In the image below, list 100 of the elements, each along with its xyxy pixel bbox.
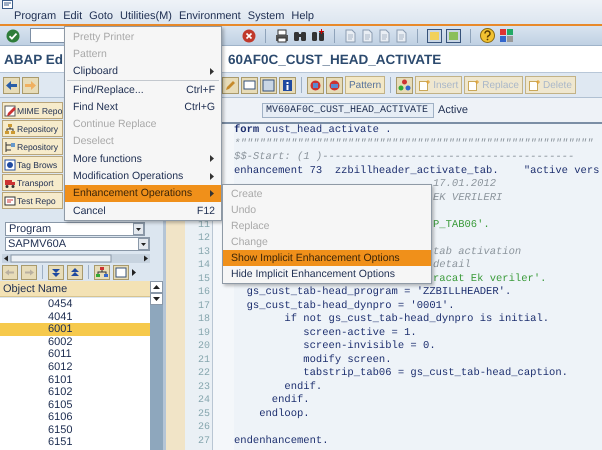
line-number: 12 [196,232,210,246]
code-line: form cust_head_activate . [234,124,392,138]
window-menu-icon[interactable] [2,0,13,9]
menu-item[interactable]: Clipboard [65,62,221,80]
object-list-item[interactable]: 6105 [0,398,150,412]
navigation-button[interactable]: Tag Brows [2,156,63,173]
document-icon [419,80,430,90]
line-number: 21 [196,354,210,367]
code-line: tabstrip_tab06 = gs_cust_tab-head_caption. [302,367,568,380]
binoculars-plus-icon[interactable] [311,28,325,42]
object-icon[interactable] [326,76,343,94]
window-title: 60AF0C_CUST_HEAD_ACTIVATE [227,52,442,66]
cancel-icon[interactable] [242,28,256,42]
menu-item[interactable]: Modification Operations [65,167,221,185]
column-header[interactable]: Object Name [0,281,150,297]
menu-item[interactable]: Find/Replace... Ctrl+F [65,80,221,98]
object-list-item[interactable]: 6002 [0,336,150,348]
menu-item[interactable]: Utilities(M) [120,10,172,23]
line-number: 20 [196,340,210,354]
menu-item[interactable]: Program [14,10,56,23]
code-line: EK VERILERI [433,192,502,205]
menu-item[interactable]: Goto [89,10,114,23]
line-number: 15 [196,272,210,286]
window-icon[interactable] [446,28,461,42]
navigation-button[interactable]: Repository [2,120,63,137]
code-line: gs_cust_tab-head_program = 'ZZBILLHEADER'. [246,286,512,300]
object-list-item[interactable]: 6001 [0,323,150,336]
menu-item[interactable]: More functions [65,150,221,168]
window-icon[interactable] [113,264,129,280]
submenu-arrow-icon [210,172,215,180]
status-text: Active [438,104,468,116]
code-line: endloop. [258,408,310,421]
navigation-button[interactable]: Test Repo [2,192,63,209]
window-icon[interactable] [427,28,442,42]
object-list-item[interactable]: 6101 [0,374,150,386]
object-list-item[interactable]: 4041 [0,310,150,324]
object-list-item[interactable]: 6151 [0,436,150,450]
menu-item[interactable]: Show Implicit Enhancement Options [223,250,431,266]
object-list-item[interactable]: 0454 [0,298,150,311]
object-list-item[interactable]: 6012 [0,360,150,374]
object-list-item[interactable]: 6102 [0,386,150,399]
pencil-icon [4,104,16,116]
edit-icon[interactable] [222,76,239,94]
document-icon [528,80,540,90]
code-line: P_TAB06'. [433,218,490,232]
help-icon[interactable] [480,28,495,43]
line-number: 22 [196,367,210,380]
navigation-button[interactable]: MIME Repo [2,102,63,119]
check-icon[interactable] [6,28,20,42]
submenu-arrow-icon [210,190,215,197]
display-icon[interactable] [241,76,258,94]
code-line: modify screen. [302,354,392,367]
navigation-button[interactable]: Repository [2,138,63,155]
printer-icon[interactable] [275,28,289,42]
tree-icon [4,140,16,152]
layout-icon[interactable] [499,28,514,43]
menu-item[interactable]: Enhancement Operations [65,184,221,202]
menu-item[interactable]: Hide Implicit Enhancement Options [223,266,431,282]
submenu-arrow-icon [210,155,215,162]
collapse-icon[interactable] [67,264,83,280]
info-icon[interactable] [279,76,296,94]
menu-item[interactable]: Help [291,10,314,23]
menu-item[interactable]: Find Next Ctrl+G [65,98,221,116]
object-type-dropdown[interactable]: Program [5,222,145,236]
structure-icon[interactable] [396,76,414,94]
code-line: enhancement 73 zzbillheader_activate_tab. "active vers [234,164,600,178]
code-line: endenhancement. [234,434,329,448]
code-line: screen-invisible = 0. [302,340,436,354]
code-line: endif. [283,380,322,394]
include-name-field: MV60AF0C_CUST_HEAD_ACTIVATE [262,102,434,118]
code-line: screen-active = 1. [302,326,417,340]
object-icon[interactable] [307,76,324,94]
line-number: 24 [196,394,210,408]
code-line: if not gs_cust_tab-head_dynpro is initial. [283,313,550,326]
code-line: tab activation [433,246,522,259]
toolbar-button[interactable]: Pattern [345,76,386,94]
menu-item[interactable]: System [248,10,284,23]
code-line: *"""""""""""""""""""""""""""""""""""""""""""""""""""""""" [234,138,594,151]
browser-icon [4,158,16,170]
more-arrow-icon[interactable] [132,268,137,276]
navigation-button[interactable]: Transport [2,174,63,191]
line-number: 14 [196,259,210,272]
screen-icon[interactable] [260,76,277,94]
line-number: 27 [196,434,210,448]
expand-icon[interactable] [48,264,64,280]
object-list-item[interactable]: 6011 [0,348,150,361]
object-list-item[interactable]: 6106 [0,411,150,424]
menu-item[interactable]: Environment [178,10,241,23]
window-title: ABAP Ed [3,52,64,66]
object-list-item[interactable]: 6150 [0,424,150,436]
test-icon [4,194,16,206]
horizontal-scrollbar[interactable] [2,254,150,263]
menu-item[interactable]: Cancel F12 [65,202,221,220]
menu-item[interactable]: Edit [63,10,82,23]
code-line: detail [433,259,471,272]
code-line: 17.01.2012 [433,178,496,192]
object-name-field[interactable]: SAPMV60A [5,237,150,251]
hierarchy-icon[interactable] [94,264,110,280]
line-number: 19 [196,326,210,340]
code-line: endif. [270,394,310,408]
